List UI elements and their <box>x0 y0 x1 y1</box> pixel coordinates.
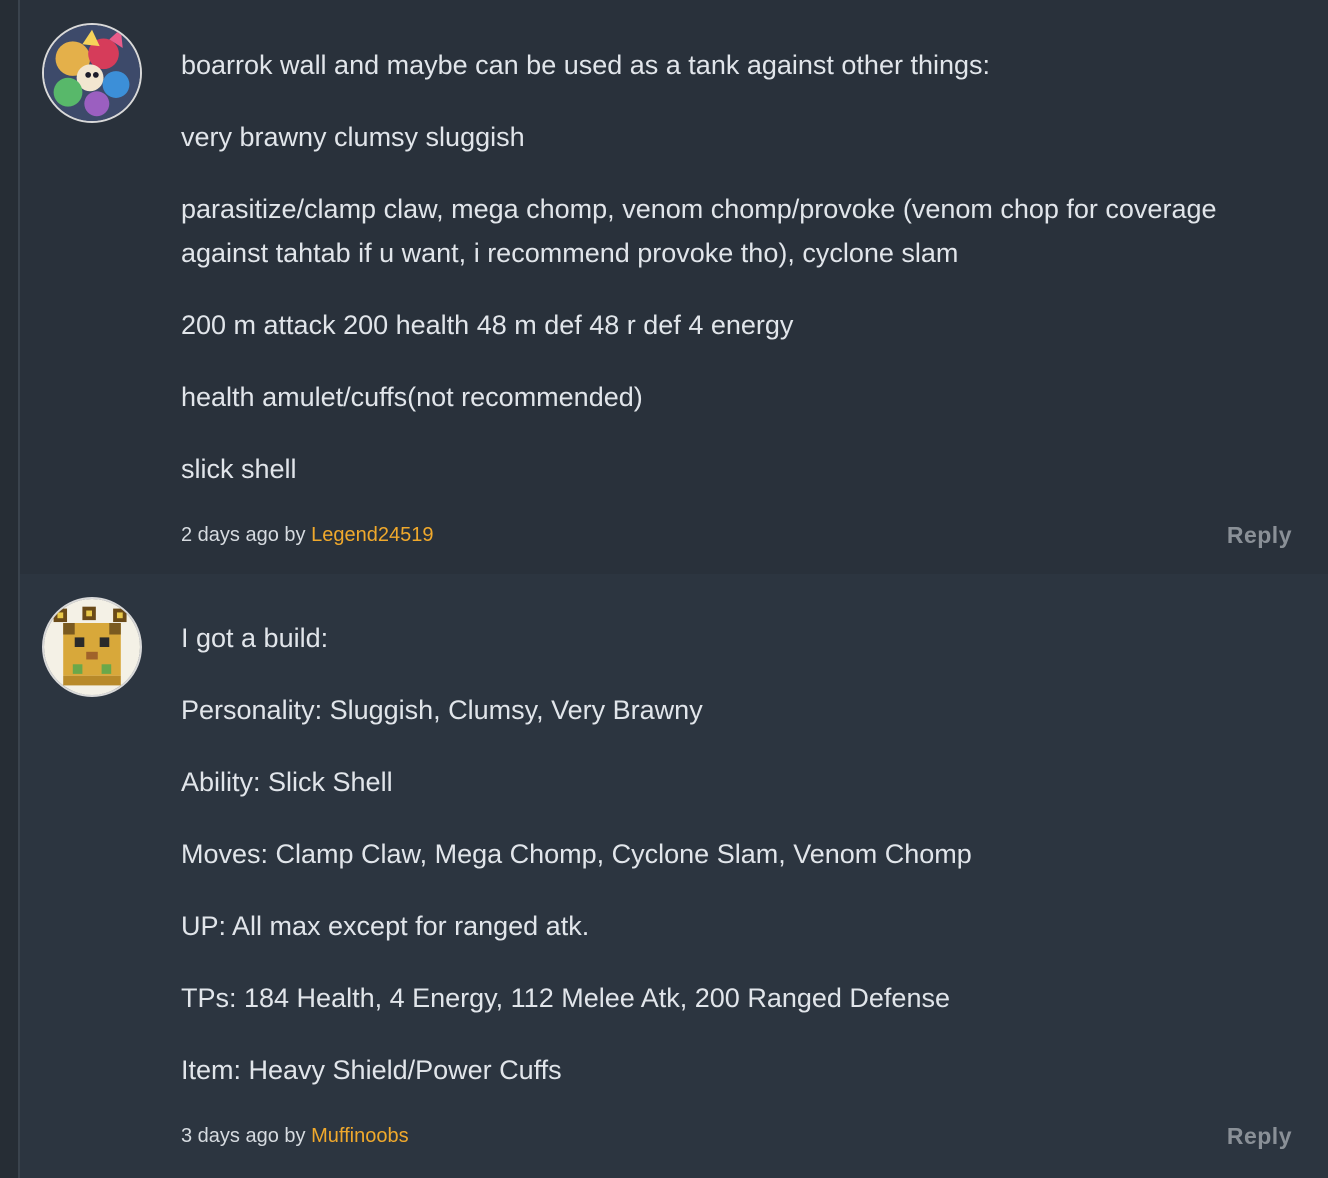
comment-paragraph: health amulet/cuffs(not recommended) <box>181 382 643 412</box>
anime-collage-avatar-icon <box>44 25 140 121</box>
pixel-creature-avatar-icon <box>44 599 140 695</box>
thread-rule <box>0 0 20 1178</box>
reply-button[interactable]: Reply <box>1227 1123 1292 1150</box>
user-avatar[interactable] <box>42 597 142 697</box>
comment-time: 3 days ago <box>181 1125 279 1147</box>
comment-paragraph: Item: Heavy Shield/Power Cuffs <box>181 1055 562 1085</box>
comments-page: boarrok wall and maybe can be used as a … <box>0 0 1328 1178</box>
comment-paragraph: I got a build: <box>181 623 329 653</box>
comment-time: 2 days ago <box>181 524 279 546</box>
author-link[interactable]: Muffinoobs <box>311 1125 408 1147</box>
comment-by: by <box>284 1125 306 1147</box>
comment-meta: 3 days ago by Muffinoobs <box>181 1125 409 1148</box>
comment-paragraph: parasitize/clamp claw, mega chomp, venom… <box>181 194 1217 268</box>
comment-by: by <box>284 524 306 546</box>
comment: boarrok wall and maybe can be used as a … <box>20 0 1328 574</box>
author-link[interactable]: Legend24519 <box>311 524 433 546</box>
comment-paragraph: boarrok wall and maybe can be used as a … <box>181 50 990 80</box>
comment-paragraph: slick shell <box>181 454 297 484</box>
comment: I got a build: Personality: Sluggish, Cl… <box>20 574 1328 1178</box>
comment-paragraph: TPs: 184 Health, 4 Energy, 112 Melee Atk… <box>181 983 950 1013</box>
user-avatar[interactable] <box>42 23 142 123</box>
comment-meta: 2 days ago by Legend24519 <box>181 524 433 547</box>
comment-paragraph: Moves: Clamp Claw, Mega Chomp, Cyclone S… <box>181 839 972 869</box>
comment-paragraph: Personality: Sluggish, Clumsy, Very Braw… <box>181 695 703 725</box>
reply-button[interactable]: Reply <box>1227 522 1292 549</box>
comment-paragraph: very brawny clumsy sluggish <box>181 122 525 152</box>
comment-body: boarrok wall and maybe can be used as a … <box>181 43 1278 519</box>
comment-paragraph: 200 m attack 200 health 48 m def 48 r de… <box>181 310 794 340</box>
comment-paragraph: Ability: Slick Shell <box>181 767 393 797</box>
comment-body: I got a build: Personality: Sluggish, Cl… <box>181 616 1278 1120</box>
comment-paragraph: UP: All max except for ranged atk. <box>181 911 590 941</box>
